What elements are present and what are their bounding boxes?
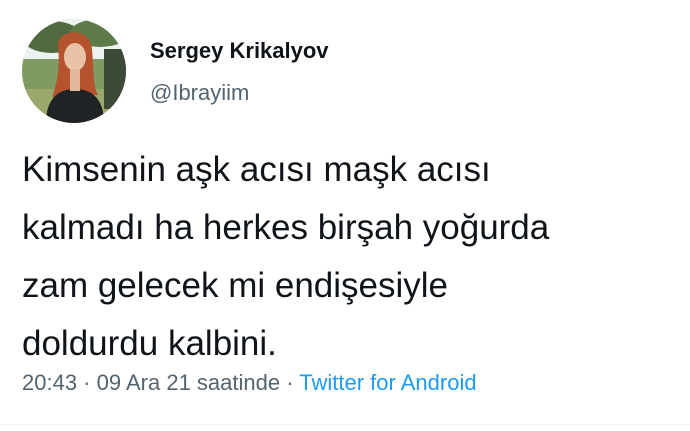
author-display-name[interactable]: Sergey Krikalyov — [150, 38, 329, 64]
tweet-meta: 20:43 · 09 Ara 21 saatinde · Twitter for… — [22, 368, 477, 398]
tweet-text-line: Kimsenin aşk acısı maşk acısı — [22, 150, 491, 189]
divider — [0, 424, 690, 425]
avatar[interactable] — [22, 19, 126, 123]
tweet-text: Kimsenin aşk acısı maşk acısı kalmadı ha… — [22, 141, 672, 373]
meta-separator: · — [77, 370, 97, 395]
tweet-date[interactable]: 09 Ara 21 saatinde — [97, 370, 280, 395]
author-handle[interactable]: @Ibrayiim — [150, 80, 249, 106]
meta-separator: · — [280, 370, 300, 395]
tweet-time[interactable]: 20:43 — [22, 370, 77, 395]
tweet-client-link[interactable]: Twitter for Android — [299, 370, 476, 395]
avatar-photo — [22, 19, 126, 123]
tweet-text-line: doldurdu kalbini. — [22, 324, 277, 363]
tweet-text-line: kalmadı ha herkes birşah yoğurda — [22, 208, 550, 247]
tweet-card: Sergey Krikalyov @Ibrayiim Kimsenin aşk … — [0, 0, 690, 431]
tweet-text-line: zam gelecek mi endişesiyle — [22, 266, 449, 305]
